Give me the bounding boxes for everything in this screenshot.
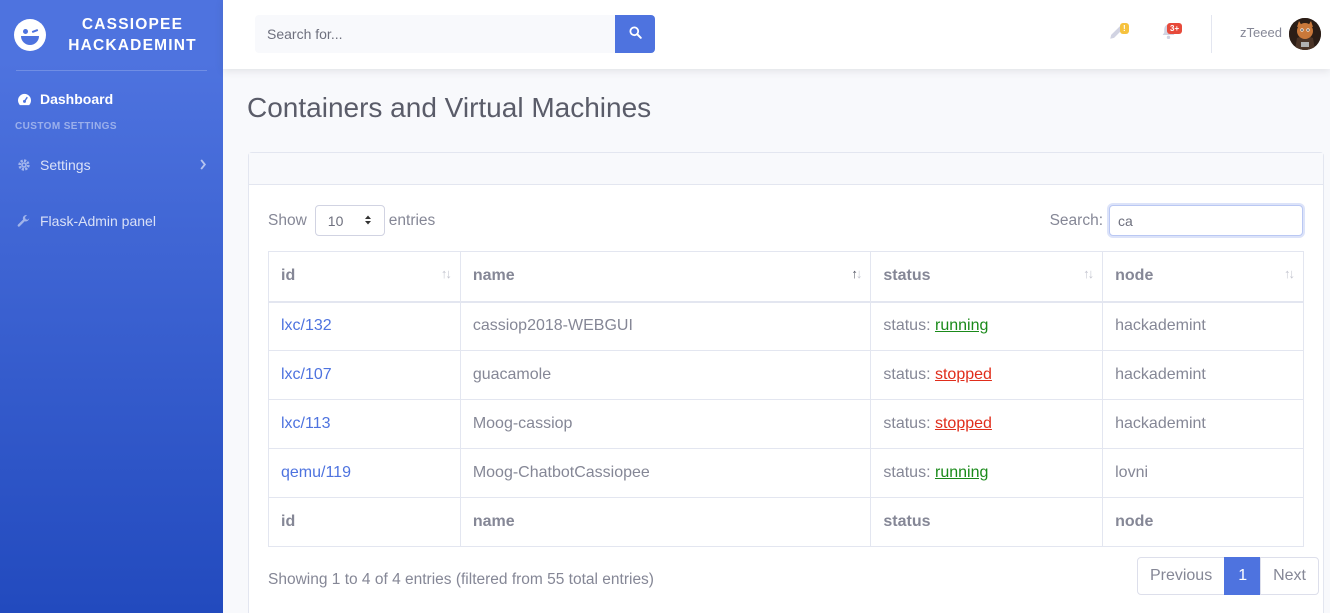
vm-id-link[interactable]: lxc/113: [281, 415, 331, 432]
cell-name: Moog-ChatbotCassiopee: [459, 448, 872, 498]
length-value: 10: [327, 212, 344, 229]
cell-id: lxc/132: [268, 301, 461, 351]
status-value: stopped: [934, 366, 992, 383]
alerts-badge: 3+: [1167, 23, 1183, 34]
footer-node: node: [1102, 497, 1304, 547]
laugh-wink-icon: [14, 19, 46, 51]
cell-status: status: stopped: [870, 399, 1104, 449]
sidebar-item-dashboard[interactable]: Dashboard: [0, 71, 223, 127]
search-button[interactable]: [615, 15, 655, 53]
sidebar-item-label: Settings: [40, 157, 91, 173]
sidebar-item-label: Dashboard: [40, 91, 114, 107]
topbar-divider: [1211, 15, 1212, 53]
sort-icon: ↑↓: [440, 266, 452, 281]
wrench-icon: [16, 213, 32, 229]
column-label: name: [472, 267, 515, 285]
column-label: status: [883, 267, 931, 285]
cell-status: status: stopped: [870, 350, 1104, 400]
status-prefix: status:: [883, 366, 931, 383]
brand[interactable]: CASSIOPEE HACKADEMINT: [0, 0, 223, 70]
column-label: node: [1115, 267, 1154, 285]
alerts-button[interactable]: 3+: [1158, 23, 1183, 44]
pencil-badge: !: [1120, 23, 1129, 34]
status-value: stopped: [934, 415, 992, 432]
sidebar-heading: CUSTOM SETTINGS: [15, 121, 117, 132]
sort-select-icon: [364, 213, 372, 229]
brand-line-2: HACKADEMINT: [68, 37, 197, 54]
search-input[interactable]: [255, 15, 615, 53]
page-1-button[interactable]: 1: [1224, 557, 1262, 595]
cell-id: lxc/107: [268, 350, 461, 400]
status-value: running: [934, 317, 989, 335]
cell-node: hackademint: [1102, 301, 1304, 351]
avatar[interactable]: [1289, 18, 1321, 50]
sidebar: CASSIOPEE HACKADEMINT Dashboard CUSTOM S…: [0, 0, 223, 613]
table-info: Showing 1 to 4 of 4 entries (filtered fr…: [268, 571, 654, 588]
next-page-button[interactable]: Next: [1260, 557, 1319, 595]
show-label: Show: [268, 211, 307, 229]
length-control: Show 10 entries: [268, 205, 435, 236]
sort-icon: ↑↓: [1083, 266, 1094, 281]
sort-asc-icon: ↑↓: [851, 266, 862, 281]
table-search-input[interactable]: [1109, 205, 1303, 236]
brand-name: CASSIOPEE HACKADEMINT: [46, 14, 223, 56]
column-header-name[interactable]: name ↑↓: [459, 251, 872, 303]
pencil-alert-button[interactable]: !: [1107, 23, 1129, 44]
vm-id-link[interactable]: lxc/107: [281, 366, 332, 383]
sidebar-item-label: Flask-Admin panel: [40, 213, 156, 229]
footer-id: id: [268, 497, 461, 547]
tachometer-icon: [16, 91, 32, 107]
sidebar-item-settings[interactable]: Settings: [0, 135, 223, 195]
status-prefix: status:: [883, 415, 931, 432]
chevron-right-icon: [199, 157, 207, 173]
table-filter: Search:: [1050, 205, 1303, 236]
page-title: Containers and Virtual Machines: [247, 92, 652, 123]
topbar: ! 3+ zTeeed: [223, 0, 1330, 69]
table-row: lxc/113 Moog-cassiop status: stopped hac…: [268, 399, 1304, 449]
containers-table: id ↑↓ name ↑↓ status ↑↓ node ↑↓ lxc/132 cass…: [268, 251, 1304, 547]
cell-name: Moog-cassiop: [459, 399, 872, 449]
brand-line-1: CASSIOPEE: [81, 16, 184, 33]
cell-node: lovni: [1102, 448, 1304, 498]
card-header: [249, 153, 1323, 185]
datatable-card: Show 10 entries Search: id ↑↓ name ↑↓ stat…: [248, 152, 1324, 613]
filter-label: Search:: [1049, 211, 1103, 229]
vm-id-link[interactable]: lxc/132: [281, 317, 332, 334]
pagination: Previous 1 Next: [1136, 557, 1319, 595]
previous-page-button[interactable]: Previous: [1136, 557, 1226, 595]
table-header-row: id ↑↓ name ↑↓ status ↑↓ node ↑↓: [268, 251, 1304, 303]
column-header-status[interactable]: status ↑↓: [870, 251, 1104, 303]
cell-name: cassiop2018-WEBGUI: [459, 301, 872, 351]
sidebar-item-flask-admin[interactable]: Flask-Admin panel: [0, 195, 223, 247]
cell-node: hackademint: [1102, 399, 1304, 449]
cell-status: status: running: [870, 448, 1104, 498]
table-row: lxc/107 guacamole status: stopped hackad…: [268, 350, 1304, 400]
topbar-search: [255, 15, 655, 53]
footer-name: name: [459, 497, 872, 547]
search-icon: [628, 26, 642, 42]
sort-icon: ↑↓: [1284, 266, 1295, 281]
cell-name: guacamole: [459, 350, 872, 400]
table-row: lxc/132 cassiop2018-WEBGUI status: runni…: [268, 301, 1304, 351]
entries-label: entries: [388, 211, 436, 229]
user-name[interactable]: zTeeed: [1240, 25, 1282, 40]
cell-node: hackademint: [1102, 350, 1304, 400]
cell-id: qemu/119: [268, 448, 461, 498]
column-label: id: [281, 267, 296, 285]
vm-id-link[interactable]: qemu/119: [281, 464, 351, 481]
status-prefix: status:: [883, 317, 931, 335]
cell-id: lxc/113: [268, 399, 461, 449]
column-header-id[interactable]: id ↑↓: [268, 251, 461, 303]
cog-icon: [16, 157, 32, 173]
footer-status: status: [870, 497, 1104, 547]
table-footer-row: id name status node: [268, 497, 1304, 547]
table-row: qemu/119 Moog-ChatbotCassiopee status: r…: [268, 448, 1304, 498]
status-value: running: [934, 464, 989, 481]
cell-status: status: running: [870, 301, 1104, 351]
status-prefix: status:: [883, 464, 931, 481]
entries-length-select[interactable]: 10: [314, 205, 385, 236]
column-header-node[interactable]: node ↑↓: [1102, 251, 1304, 303]
